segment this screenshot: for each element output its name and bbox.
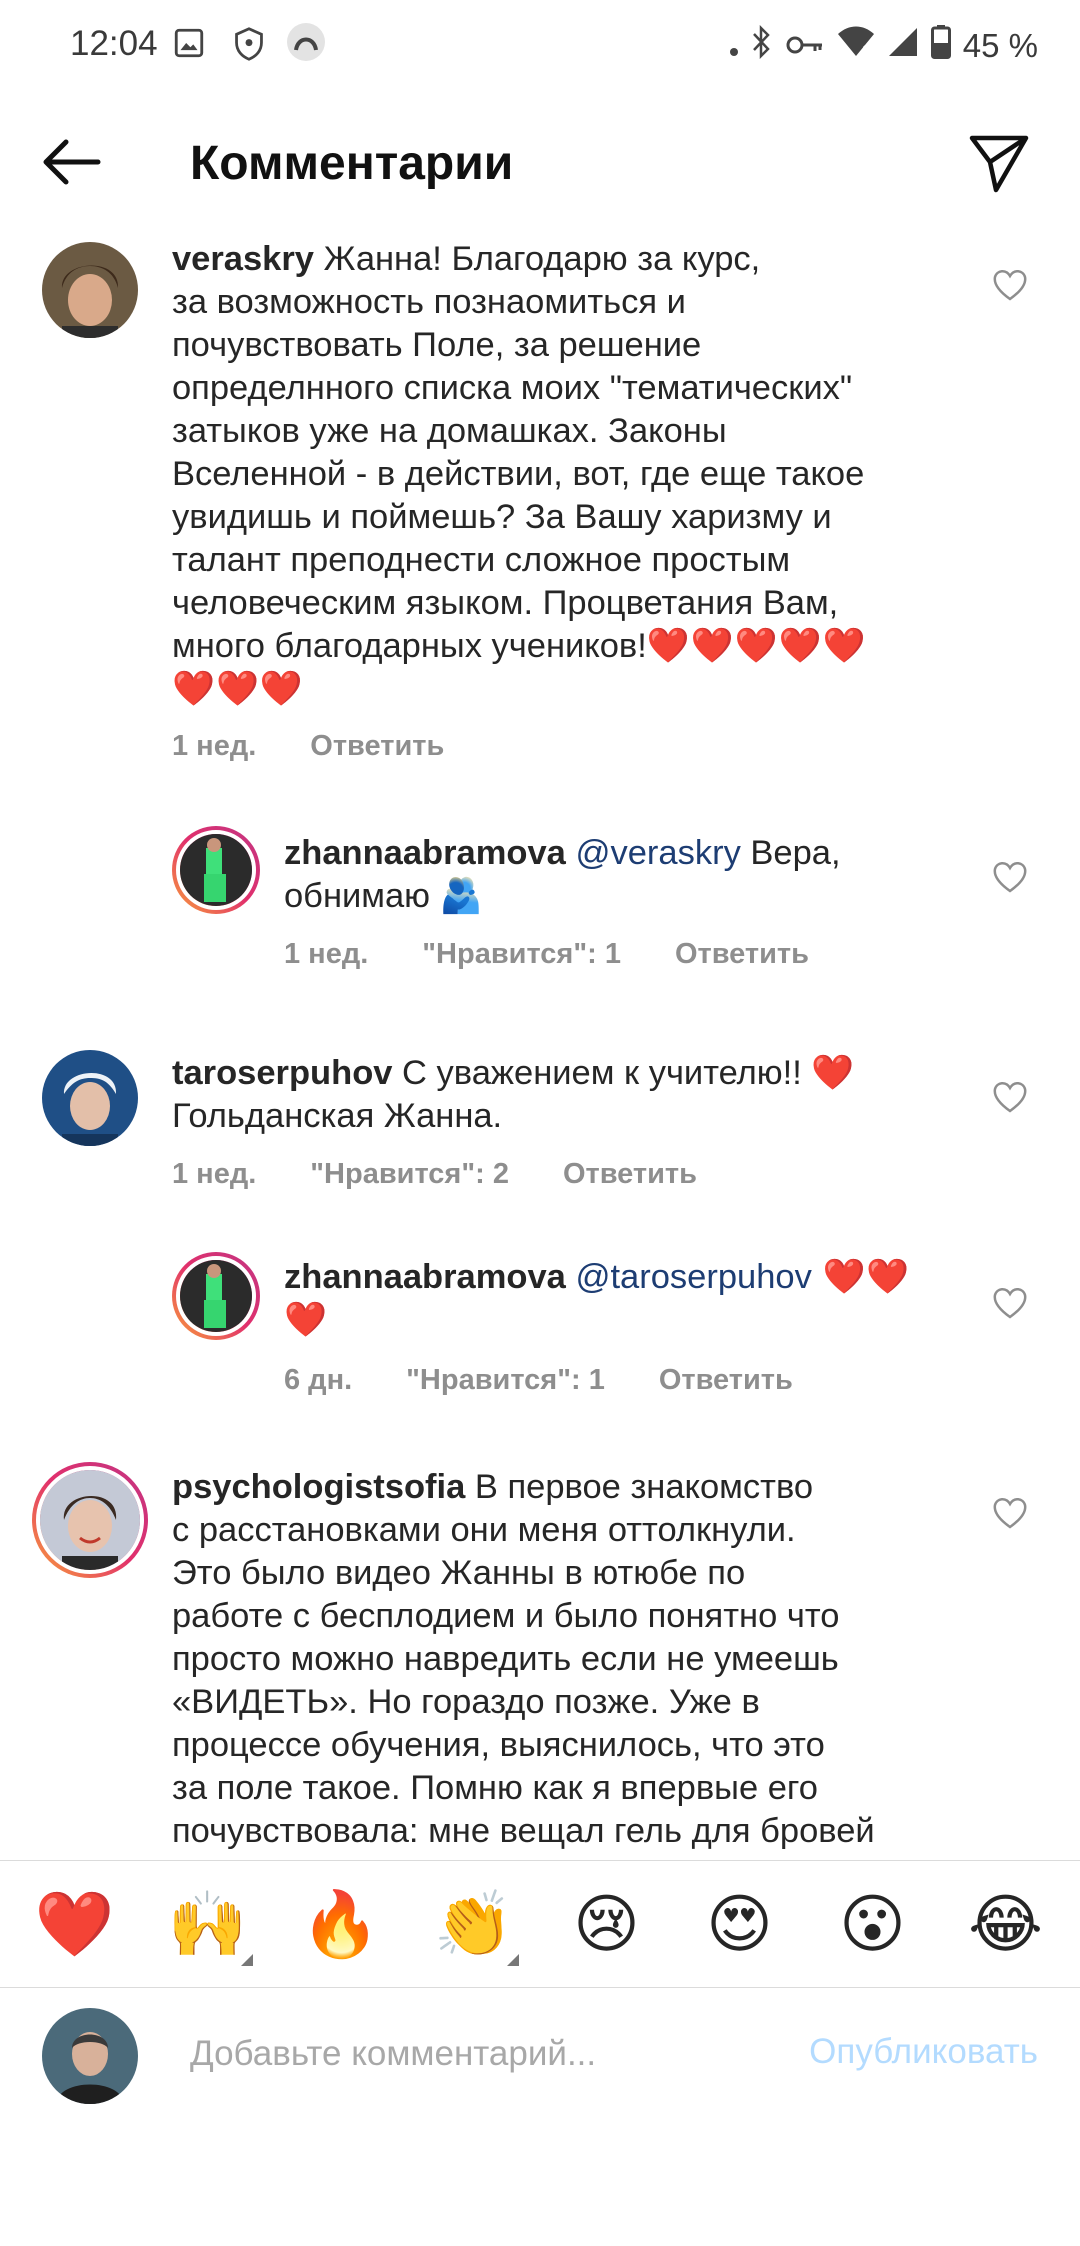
- emoji-glyph: 🙌: [167, 1888, 248, 1960]
- comment-username[interactable]: zhannaabramova: [284, 1258, 566, 1296]
- comment-username[interactable]: veraskry: [172, 240, 314, 278]
- share-button[interactable]: [966, 130, 1032, 196]
- emoji-heart-button[interactable]: ❤️: [20, 1892, 130, 1956]
- comments-list[interactable]: veraskry Жанна! Благодарю за курс, за во…: [0, 230, 1080, 1860]
- likes-count[interactable]: "Нравится": 2: [310, 1158, 509, 1191]
- heart-outline-icon: [993, 1498, 1027, 1529]
- likes-count[interactable]: "Нравится": 1: [406, 1364, 605, 1397]
- emoji-reaction-bar: ❤️ 🙌 🔥 👏 😢 😍 😮 😂: [0, 1860, 1080, 1988]
- avatar[interactable]: [172, 826, 260, 914]
- dot-icon: [729, 27, 739, 65]
- battery-icon: [930, 25, 951, 67]
- avatar[interactable]: [172, 1252, 260, 1340]
- page-title: Комментарии: [190, 137, 514, 190]
- comment-input-bar: Опубликовать: [0, 1988, 1080, 2128]
- reply-button[interactable]: Ответить: [675, 938, 809, 971]
- like-button[interactable]: [992, 1286, 1028, 1320]
- comment-mention[interactable]: @veraskry: [575, 834, 740, 872]
- comment-meta: 1 нед. "Нравится": 2 Ответить: [172, 1158, 751, 1191]
- comment-emoji: ❤️❤️❤️: [172, 670, 304, 708]
- heart-outline-icon: [993, 862, 1027, 893]
- comment-text: zhannaabramova @taroserpuhov ❤️❤️ ❤️: [284, 1256, 984, 1342]
- emoji-glyph: 👏: [433, 1888, 514, 1960]
- key-icon: [785, 27, 825, 65]
- skin-tone-indicator-icon: [240, 1954, 253, 1966]
- comment-meta: 1 нед. "Нравится": 1 Ответить: [284, 938, 863, 971]
- heart-outline-icon: [993, 270, 1027, 301]
- status-time: 12:04: [70, 24, 158, 63]
- emoji-wow-button[interactable]: 😮: [818, 1892, 928, 1956]
- like-button[interactable]: [992, 860, 1028, 894]
- heart-outline-icon: [993, 1288, 1027, 1319]
- emoji-raised-hands-button[interactable]: 🙌: [153, 1892, 263, 1966]
- like-button[interactable]: [992, 268, 1028, 302]
- reply-button[interactable]: Ответить: [659, 1364, 793, 1397]
- status-bar: 12:04 45 %: [0, 0, 1080, 92]
- emoji-heart-eyes-button[interactable]: 😍: [685, 1892, 795, 1956]
- status-right-group: 45 %: [729, 24, 1038, 68]
- comment-username[interactable]: taroserpuhov: [172, 1054, 392, 1092]
- comment-text: taroserpuhov С уважением к учителю!! ❤️ …: [172, 1052, 972, 1138]
- battery-percent: 45 %: [962, 27, 1038, 64]
- avatar[interactable]: [42, 242, 138, 338]
- my-avatar: [42, 2008, 138, 2104]
- comment-input[interactable]: [190, 2024, 750, 2084]
- comment-time: 1 нед.: [172, 730, 257, 762]
- emoji-laughing-button[interactable]: 😂: [951, 1892, 1061, 1956]
- back-button[interactable]: [36, 132, 108, 192]
- emoji-fire-button[interactable]: 🔥: [286, 1892, 396, 1956]
- heart-outline-icon: [993, 1082, 1027, 1113]
- comment-time: 1 нед.: [172, 1158, 257, 1190]
- comment-time: 6 дн.: [284, 1364, 353, 1396]
- comment-emoji: ❤️❤️❤️❤️❤️: [646, 627, 867, 665]
- likes-count[interactable]: "Нравится": 1: [422, 938, 621, 971]
- emoji-clap-button[interactable]: 👏: [419, 1892, 529, 1966]
- like-button[interactable]: [992, 1080, 1028, 1114]
- comment-username[interactable]: psychologistsofia: [172, 1468, 465, 1506]
- shield-icon: [232, 26, 266, 67]
- skin-tone-indicator-icon: [506, 1954, 519, 1966]
- avatar[interactable]: [42, 1050, 138, 1146]
- like-button[interactable]: [992, 1496, 1028, 1530]
- signal-icon: [887, 26, 919, 66]
- reply-button[interactable]: Ответить: [310, 730, 444, 763]
- comment-username[interactable]: zhannaabramova: [284, 834, 566, 872]
- publish-button[interactable]: Опубликовать: [809, 2032, 1038, 2072]
- comment-text: veraskry Жанна! Благодарю за курс, за во…: [172, 238, 972, 711]
- comment-body: Жанна! Благодарю за курс, за возможность…: [172, 240, 865, 665]
- comment-text: psychologistsofia В первое знакомство с …: [172, 1466, 972, 1853]
- bluetooth-icon: [751, 24, 773, 67]
- avatar[interactable]: [32, 1462, 148, 1578]
- arrow-left-icon: [43, 139, 101, 185]
- emoji-crying-button[interactable]: 😢: [552, 1892, 662, 1956]
- wifi-icon: [837, 26, 875, 66]
- comment-time: 1 нед.: [284, 938, 369, 970]
- comment-body: В первое знакомство с расстановками они …: [172, 1468, 875, 1850]
- comment-meta: 1 нед. Ответить: [172, 730, 498, 763]
- image-icon: [172, 26, 206, 65]
- app-icon: [286, 22, 326, 67]
- header: Комментарии: [0, 108, 1080, 216]
- comment-mention[interactable]: @taroserpuhov: [575, 1258, 811, 1296]
- comment-text: zhannaabramova @veraskry Вера, обнимаю 🫂: [284, 832, 984, 918]
- comment-meta: 6 дн. "Нравится": 1 Ответить: [284, 1364, 847, 1397]
- reply-button[interactable]: Ответить: [563, 1158, 697, 1191]
- send-icon: [969, 135, 1029, 193]
